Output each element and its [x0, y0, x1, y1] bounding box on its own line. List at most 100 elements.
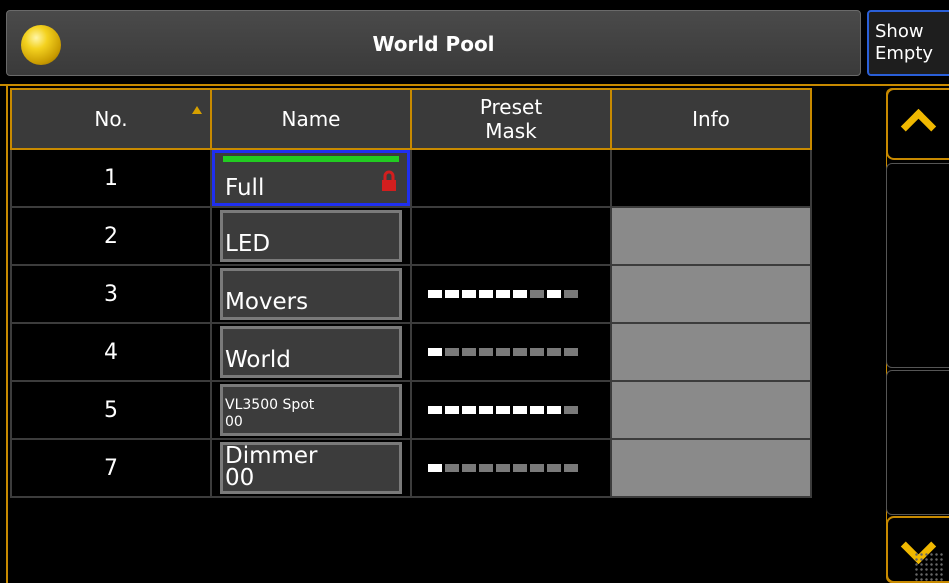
mask-segment	[547, 406, 561, 414]
column-header-info[interactable]: Info	[610, 88, 812, 150]
world-name: VL3500 Spot 00	[225, 397, 385, 431]
world-name: Full	[225, 175, 265, 201]
mask-segment	[462, 406, 476, 414]
row-number: 5	[10, 380, 212, 440]
mask-segment	[564, 348, 578, 356]
mask-segment	[530, 290, 544, 298]
mask-segment	[462, 348, 476, 356]
title-bar: World Pool	[6, 10, 861, 76]
name-cell: Dimmer 00	[210, 438, 412, 498]
world-name-line2: 00	[225, 414, 243, 430]
info-cell[interactable]	[610, 380, 812, 440]
mask-segment	[479, 348, 493, 356]
column-header-preset-mask[interactable]: Preset Mask	[410, 88, 612, 150]
table-row[interactable]: 3 Movers	[10, 264, 812, 324]
column-header-label: Name	[281, 107, 341, 131]
mask-segment	[530, 348, 544, 356]
preset-mask-cell	[410, 380, 612, 440]
preset-mask-cell	[410, 322, 612, 382]
mask-segment	[428, 348, 442, 356]
world-button-led[interactable]: LED	[220, 210, 402, 262]
mask-segment	[445, 406, 459, 414]
scroll-down-button[interactable]	[886, 516, 949, 583]
mask-segment	[428, 290, 442, 298]
divider	[6, 84, 8, 583]
name-cell: VL3500 Spot 00	[210, 380, 412, 440]
name-cell: LED	[210, 206, 412, 266]
column-header-name[interactable]: Name	[210, 88, 412, 150]
resize-grip-icon[interactable]	[914, 552, 944, 582]
mask-segment	[513, 290, 527, 298]
mask-segment	[428, 464, 442, 472]
scroll-track-segment[interactable]	[886, 163, 949, 368]
mask-segment	[530, 464, 544, 472]
scroll-track-segment[interactable]	[886, 370, 949, 515]
mask-segment	[445, 464, 459, 472]
scroll-up-button[interactable]	[886, 88, 949, 160]
table-row[interactable]: 4 World	[10, 322, 812, 382]
column-header-label: No.	[94, 107, 128, 131]
world-button-full[interactable]: Full	[212, 150, 410, 206]
info-cell[interactable]	[610, 148, 812, 208]
world-name: LED	[225, 231, 271, 257]
table-row[interactable]: 7 Dimmer 00	[10, 438, 812, 498]
window-title: World Pool	[372, 32, 495, 56]
mask-segment	[496, 406, 510, 414]
info-cell[interactable]	[610, 206, 812, 266]
mask-segment	[496, 290, 510, 298]
world-name-line1: VL3500 Spot	[225, 397, 315, 413]
preset-mask-indicator	[428, 290, 578, 298]
preset-mask-cell	[410, 206, 612, 266]
row-number: 2	[10, 206, 212, 266]
mask-segment	[479, 464, 493, 472]
world-button-movers[interactable]: Movers	[220, 268, 402, 320]
row-number: 4	[10, 322, 212, 382]
chevron-up-icon	[900, 108, 937, 145]
table-row[interactable]: 2 LED	[10, 206, 812, 266]
mask-segment	[547, 290, 561, 298]
mask-segment	[547, 348, 561, 356]
preset-mask-indicator	[428, 464, 578, 472]
show-empty-line2: Empty	[875, 43, 934, 64]
mask-segment	[496, 348, 510, 356]
show-empty-line1: Show	[875, 21, 924, 42]
lock-icon	[382, 170, 396, 191]
pool-table: No. Name Preset Mask Info 1 Full 2 LED 3…	[10, 88, 812, 498]
mask-segment	[479, 290, 493, 298]
mask-segment	[462, 464, 476, 472]
mask-segment	[513, 406, 527, 414]
table-row[interactable]: 1 Full	[10, 148, 812, 208]
mask-segment	[445, 290, 459, 298]
preset-mask-indicator	[428, 406, 578, 414]
info-cell[interactable]	[610, 438, 812, 498]
name-cell: Movers	[210, 264, 412, 324]
preset-mask-cell	[410, 148, 612, 208]
info-cell[interactable]	[610, 322, 812, 382]
mask-segment	[445, 348, 459, 356]
world-name-line2: 00	[225, 465, 255, 491]
info-cell[interactable]	[610, 264, 812, 324]
mask-segment	[513, 348, 527, 356]
show-empty-button[interactable]: Show Empty	[867, 10, 949, 76]
column-header-label: Info	[692, 107, 730, 131]
row-number: 1	[10, 148, 212, 208]
name-cell: Full	[210, 148, 412, 208]
mask-segment	[462, 290, 476, 298]
row-number: 7	[10, 438, 212, 498]
mask-segment	[564, 406, 578, 414]
column-header-no[interactable]: No.	[10, 88, 212, 150]
world-name: Movers	[225, 289, 309, 315]
mask-segment	[428, 406, 442, 414]
world-button-face: Full	[223, 156, 399, 203]
sort-ascending-icon	[192, 106, 202, 114]
active-indicator	[223, 156, 399, 162]
world-button-vl3500-spot[interactable]: VL3500 Spot 00	[220, 384, 402, 436]
world-name: Dimmer 00	[225, 445, 318, 491]
mask-segment	[564, 464, 578, 472]
divider	[0, 84, 949, 86]
world-button-world[interactable]: World	[220, 326, 402, 378]
column-header-label: Preset	[479, 95, 543, 119]
column-header-label: Mask	[485, 119, 537, 143]
world-button-dimmer[interactable]: Dimmer 00	[220, 442, 402, 494]
table-row[interactable]: 5 VL3500 Spot 00	[10, 380, 812, 440]
